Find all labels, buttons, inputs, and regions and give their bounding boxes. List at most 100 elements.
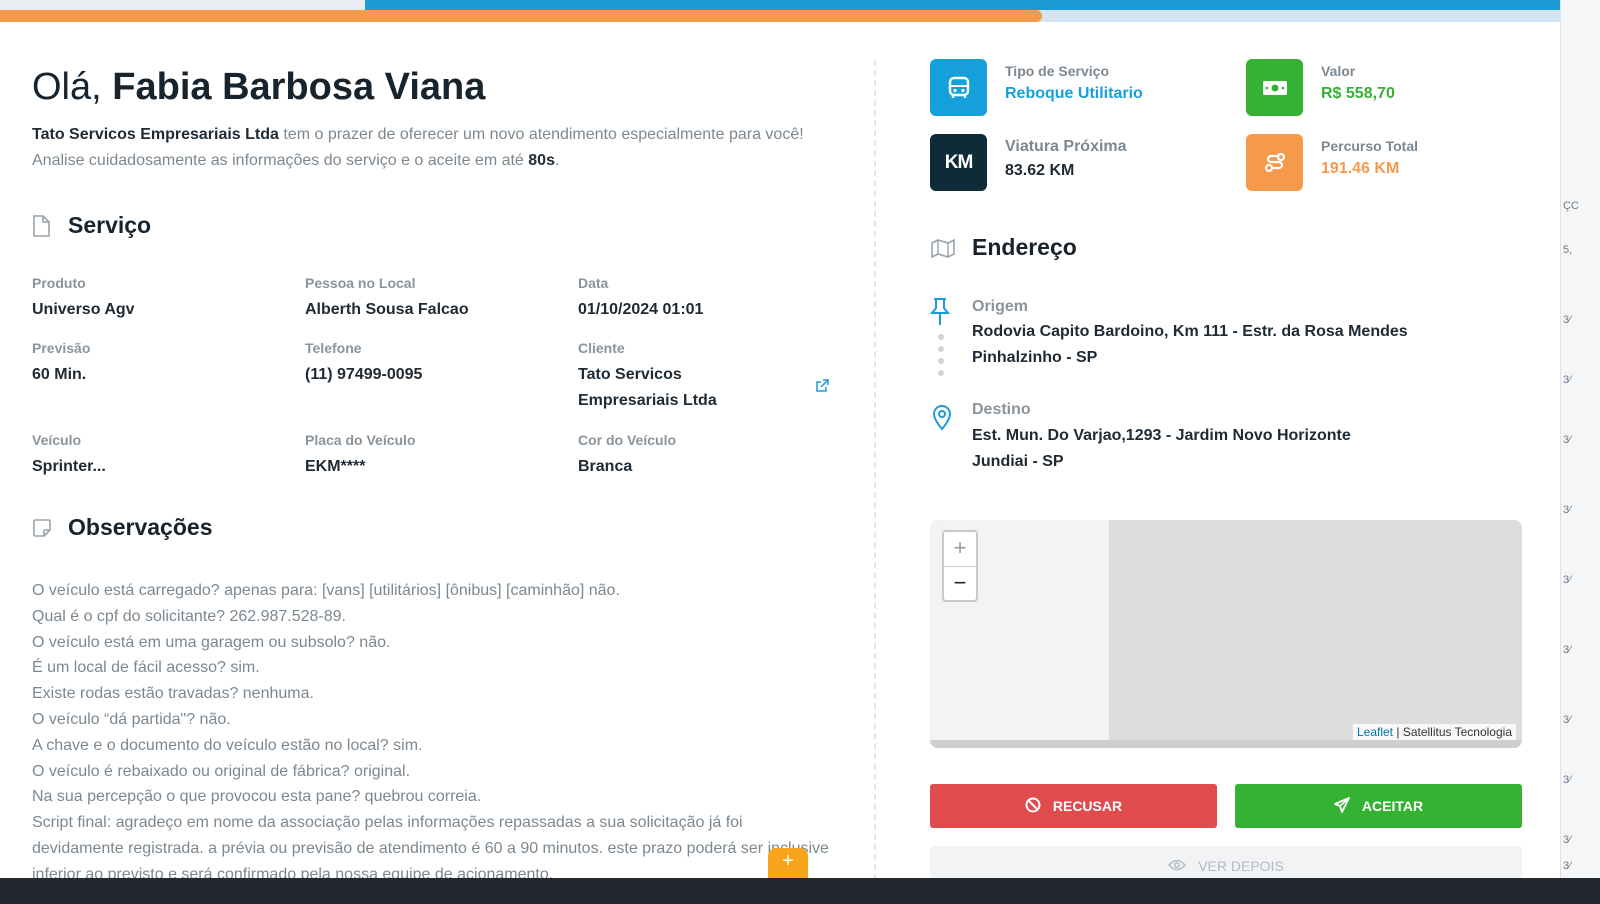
field-telefone: Telefone (11) 97499-0095 bbox=[305, 340, 565, 388]
accept-label: ACEITAR bbox=[1361, 798, 1424, 814]
background-text-fragment: 3⁄ bbox=[1563, 374, 1571, 386]
refuse-label: RECUSAR bbox=[1052, 798, 1123, 814]
zoom-in-button[interactable]: + bbox=[944, 532, 976, 566]
greeting-title: Olá, Fabia Barbosa Viana bbox=[32, 66, 485, 109]
field-value: Tato Servicos Empresariais Ltda bbox=[578, 366, 717, 409]
field-placa: Placa do Veículo EKM**** bbox=[305, 432, 565, 480]
field-value: 60 Min. bbox=[32, 366, 87, 383]
observation-line: Qual é o cpf do solicitante? 262.987.528… bbox=[32, 607, 346, 625]
field-label: Cliente bbox=[578, 340, 625, 356]
view-later-label: VER DEPOIS bbox=[1198, 858, 1284, 874]
observation-line: O veículo é rebaixado ou original de fáb… bbox=[32, 762, 411, 780]
bus-icon bbox=[930, 59, 987, 116]
eye-icon bbox=[1168, 858, 1187, 874]
ban-icon bbox=[1025, 797, 1041, 816]
taskbar bbox=[0, 878, 1600, 904]
money-icon bbox=[1246, 59, 1303, 116]
observation-line: A chave e o documento do veículo estão n… bbox=[32, 736, 423, 754]
field-data: Data 01/10/2024 01:01 bbox=[578, 275, 838, 323]
background-text-fragment: 3⁄ bbox=[1563, 504, 1571, 516]
external-link-icon[interactable] bbox=[815, 379, 829, 393]
greeting-prefix: Olá, bbox=[32, 66, 102, 108]
attribution-separator: | bbox=[1393, 725, 1403, 739]
field-label: Cor do Veículo bbox=[578, 432, 677, 448]
observation-line: O veículo está em uma garagem ou subsolo… bbox=[32, 633, 391, 651]
field-previsao: Previsão 60 Min. bbox=[32, 340, 292, 388]
map-icon bbox=[930, 237, 956, 259]
field-value: Alberth Sousa Falcao bbox=[305, 301, 469, 318]
observation-line: O veículo “dá partida"? não. bbox=[32, 710, 231, 728]
service-type-value: Reboque Utilitario bbox=[1005, 85, 1143, 102]
background-text-fragment: ÇC bbox=[1563, 200, 1579, 212]
note-icon bbox=[32, 517, 52, 539]
observation-line: Na sua percepção o que provocou esta pan… bbox=[32, 788, 482, 806]
nearest-vehicle-label: Viatura Próxima bbox=[1005, 138, 1127, 155]
address-section-title: Endereço bbox=[930, 234, 1077, 261]
observations-title-text: Observações bbox=[68, 514, 213, 540]
total-route-value: 191.46 KM bbox=[1321, 160, 1400, 177]
field-cor: Cor do Veículo Branca bbox=[578, 432, 838, 480]
background-text-fragment: 3⁄ bbox=[1563, 774, 1571, 786]
service-offer-modal: Olá, Fabia Barbosa Viana Tato Servicos E… bbox=[0, 22, 1560, 878]
field-label: Previsão bbox=[32, 340, 91, 356]
view-later-button[interactable]: VER DEPOIS bbox=[930, 846, 1522, 878]
accept-button[interactable]: ACEITAR bbox=[1235, 784, 1522, 828]
route-map[interactable]: + − Leaflet | Satellitus Tecnologia bbox=[930, 520, 1522, 748]
observation-line: Script final: agradeço em nome da associ… bbox=[32, 814, 829, 878]
card-service-type: Tipo de Serviço Reboque Utilitario bbox=[930, 59, 1143, 116]
refuse-button[interactable]: RECUSAR bbox=[930, 784, 1217, 828]
route-icon bbox=[1246, 134, 1303, 191]
field-value: EKM**** bbox=[305, 458, 366, 475]
field-label: Telefone bbox=[305, 340, 362, 356]
timer-progress-fill bbox=[0, 10, 1042, 22]
field-value: 01/10/2024 01:01 bbox=[578, 301, 704, 318]
field-value: Sprinter... bbox=[32, 458, 106, 475]
observation-line: Existe rodas estão travadas? nenhuma. bbox=[32, 685, 314, 703]
field-value: Universo Agv bbox=[32, 301, 135, 318]
background-text-fragment: 3⁄ bbox=[1563, 860, 1571, 872]
field-label: Veículo bbox=[32, 432, 82, 448]
observations-text: O veículo está carregado? apenas para: [… bbox=[32, 578, 832, 878]
service-type-label: Tipo de Serviço bbox=[1005, 63, 1109, 79]
background-text-fragment: 3⁄ bbox=[1563, 714, 1571, 726]
origin-label: Origem bbox=[972, 298, 1029, 315]
file-icon bbox=[32, 214, 52, 237]
field-label: Data bbox=[578, 275, 609, 291]
field-produto: Produto Universo Agv bbox=[32, 275, 292, 323]
origin-address: Rodovia Capito Bardoino, Km 111 - Estr. … bbox=[972, 319, 1408, 370]
card-total-route: Percurso Total 191.46 KM bbox=[1246, 134, 1418, 191]
background-text-fragment: 5, bbox=[1563, 244, 1573, 256]
map-scroll-edge bbox=[930, 740, 1522, 748]
top-accent-bar bbox=[365, 0, 1560, 10]
field-label: Pessoa no Local bbox=[305, 275, 416, 291]
origin-line2: Pinhalzinho - SP bbox=[972, 348, 1098, 366]
leaflet-link[interactable]: Leaflet bbox=[1357, 725, 1393, 739]
destination-line1: Est. Mun. Do Varjao,1293 - Jardim Novo H… bbox=[972, 427, 1351, 444]
greeting-name: Fabia Barbosa Viana bbox=[112, 66, 486, 108]
destination-address: Est. Mun. Do Varjao,1293 - Jardim Novo H… bbox=[972, 423, 1351, 474]
observation-line: É um local de fácil acesso? sim. bbox=[32, 659, 260, 677]
field-label: Produto bbox=[32, 275, 86, 291]
route-dots bbox=[938, 334, 944, 382]
background-text-fragment: 3⁄ bbox=[1563, 434, 1571, 446]
floating-add-button[interactable]: + bbox=[768, 848, 808, 878]
amount-label: Valor bbox=[1321, 63, 1356, 79]
intro-company: Tato Servicos Empresariais Ltda bbox=[32, 126, 279, 143]
location-icon bbox=[931, 403, 953, 436]
intro-end: . bbox=[554, 152, 560, 169]
card-nearest-vehicle: KM Viatura Próxima 83.62 KM bbox=[930, 134, 1127, 191]
address-title-text: Endereço bbox=[972, 234, 1077, 260]
observations-section-title: Observações bbox=[32, 514, 212, 541]
observation-line: O veículo está carregado? apenas para: [… bbox=[32, 582, 620, 599]
amount-value: R$ 558,70 bbox=[1321, 85, 1395, 102]
field-value: Branca bbox=[578, 458, 633, 475]
nearest-vehicle-value: 83.62 KM bbox=[1005, 162, 1075, 179]
intro-text: Tato Servicos Empresariais Ltda tem o pr… bbox=[32, 122, 832, 174]
zoom-out-button[interactable]: − bbox=[944, 566, 976, 600]
field-pessoa-no-local: Pessoa no Local Alberth Sousa Falcao bbox=[305, 275, 565, 323]
attribution-text: Satellitus Tecnologia bbox=[1402, 725, 1512, 739]
service-title-text: Serviço bbox=[68, 212, 152, 238]
card-amount: Valor R$ 558,70 bbox=[1246, 59, 1395, 116]
map-zoom-control: + − bbox=[942, 530, 978, 602]
field-cliente: Cliente Tato Servicos Empresariais Ltda bbox=[578, 340, 748, 414]
